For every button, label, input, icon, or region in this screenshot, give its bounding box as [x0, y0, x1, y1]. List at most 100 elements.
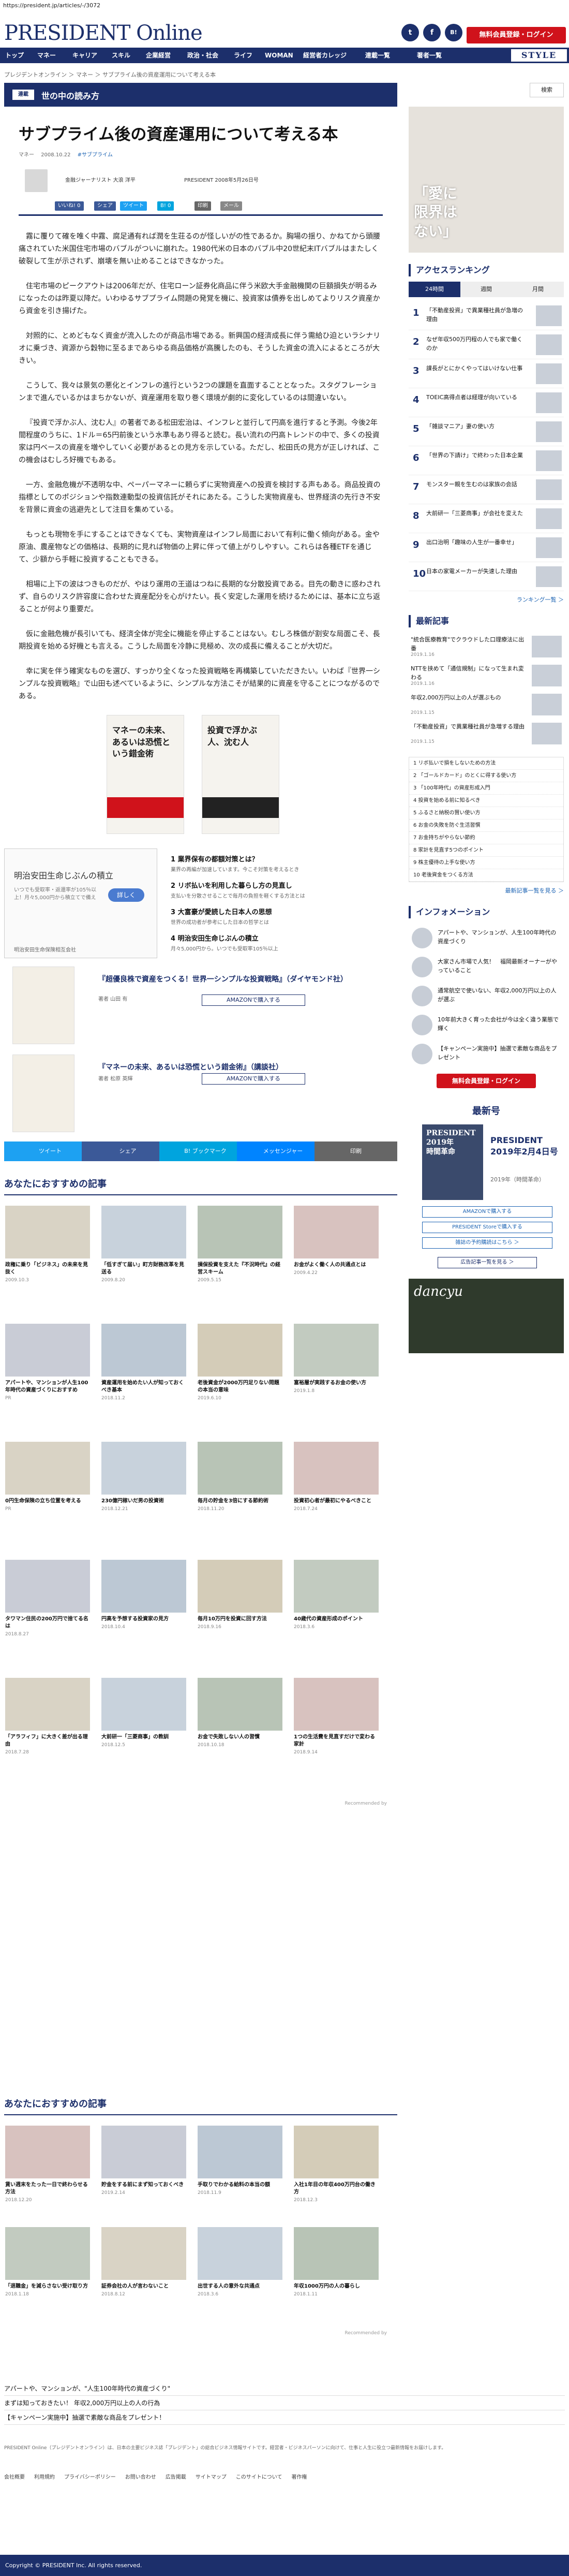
tweet-button[interactable]: ツイート: [120, 201, 147, 211]
recommended-card[interactable]: 出世する人の意外な共通点 2018.3.6: [198, 2227, 282, 2297]
recommended-card[interactable]: 「アラフィフ」に大きく差が出る理由 2018.7.28: [5, 1678, 90, 1755]
recommended-card[interactable]: お金がよく働く人の共通点とは 2009.4.22: [294, 1206, 379, 1276]
footer-nav-link[interactable]: このサイトについて: [236, 2475, 282, 2480]
print-button[interactable]: 印刷: [315, 1141, 397, 1162]
footer-nav-link[interactable]: 広告掲載: [166, 2475, 186, 2480]
recommended-card[interactable]: 損保投資を支えた『不況時代』の経営スキーム 2009.5.15: [198, 1206, 282, 1283]
recommended-card[interactable]: 政権に乗り「ビジネス」の未来を見抜く 2009.10.3: [5, 1206, 90, 1283]
amazon-button[interactable]: AMAZONで購入する: [202, 994, 305, 1006]
recommended-card[interactable]: アパートや、マンションが人生100年時代の資産づくりにおすすめ PR: [5, 1324, 90, 1401]
hatena-icon[interactable]: B!: [445, 24, 462, 41]
magazine-subscribe-button[interactable]: 雑誌の予約購読はこちら ＞: [422, 1237, 552, 1249]
recommended-card[interactable]: 「低すぎて届い」町方財務改革を見送る 2009.8.20: [101, 1206, 186, 1283]
info-item[interactable]: 通常航空で使いない、年収2,000万円以上の人が選ぶ: [409, 982, 564, 1011]
footer-nav-link[interactable]: 著作権: [292, 2475, 307, 2480]
magazine-amazon-button[interactable]: AMAZONで購入する: [422, 1206, 552, 1218]
dancyu-banner[interactable]: dancyu: [409, 1279, 564, 1353]
recommended-card[interactable]: 資産運用を始めたい人が知っておくべき基本 2018.11.2: [101, 1324, 186, 1401]
book-cover[interactable]: 投資で浮かぶ人、沈む人: [202, 715, 279, 835]
nav-politics[interactable]: 政治・社会: [184, 48, 221, 63]
recommended-card[interactable]: 毎月の貯金を3倍にする節約術 2018.11.20: [198, 1442, 282, 1512]
list-item[interactable]: 2 リボ払いを利用した暮らし方の見直し 支払いを分散させることで毎月の負担を軽く…: [171, 880, 383, 899]
sidebar-ad[interactable]: 「愛に 限界は ない」: [409, 107, 564, 253]
recommended-card[interactable]: 富裕層が実践するお金の使い方 2019.1.8: [294, 1324, 379, 1394]
ranking-item[interactable]: 5 「雑談マニア」妻の使い方: [409, 417, 564, 446]
nav-career[interactable]: キャリア: [69, 48, 100, 63]
ad-list-button[interactable]: 広告記事一覧を見る ＞: [438, 1257, 537, 1268]
recommended-card[interactable]: 手取りでわかる給料の本当の額 2018.11.9: [198, 2126, 282, 2196]
nav-money[interactable]: マネー: [34, 48, 59, 63]
nav-skill[interactable]: スキル: [109, 48, 133, 63]
list-item[interactable]: 4 投資を始める前に知るべき: [409, 795, 563, 807]
nav-woman[interactable]: WOMAN: [262, 48, 296, 63]
footer-nav-link[interactable]: 会社概要: [4, 2475, 25, 2480]
ranking-item[interactable]: 10 日本の家電メーカーが失速した理由: [409, 562, 564, 591]
recommended-card[interactable]: 0円生命保険の立ち位置を考える PR: [5, 1442, 90, 1512]
footer-nav-link[interactable]: 利用規約: [34, 2475, 55, 2480]
tab-month[interactable]: 月間: [512, 282, 564, 297]
ranking-item[interactable]: 4 TOEIC高得点者は経理が向いている: [409, 388, 564, 417]
footer-nav-link[interactable]: プライバシーポリシー: [64, 2475, 116, 2480]
recommended-card[interactable]: 賃い週末をたった一日で終わらせる方法 2018.12.20: [5, 2126, 90, 2203]
list-item[interactable]: 1 リボ払いで損をしないための方法: [409, 757, 563, 770]
nav-top[interactable]: トップ: [2, 48, 27, 63]
author-name[interactable]: 金融ジャーナリスト 大浪 洋平: [65, 175, 136, 183]
ranking-item[interactable]: 1 「不動産投資」で異業種社員が急増の理由: [409, 301, 564, 330]
recommended-card[interactable]: 投資初心者が最初にやるべきこと 2018.7.24: [294, 1442, 379, 1512]
footer-link[interactable]: アパートや、マンションが、"人生100年時代の資産づくり": [4, 2381, 565, 2396]
recommended-card[interactable]: 証券会社の人が言わないこと 2018.8.12: [101, 2227, 186, 2297]
footer-nav-link[interactable]: サイトマップ: [196, 2475, 227, 2480]
footer-link[interactable]: まずは知っておきたい！ 年収2,000万円以上の人の行為: [4, 2396, 565, 2410]
ranking-item[interactable]: 2 なぜ年収500万円程の人でも家で働くのか: [409, 330, 564, 359]
list-item[interactable]: 6 お金の失敗を防ぐ生活習慣: [409, 819, 563, 832]
book-cover[interactable]: [12, 1055, 74, 1133]
ranking-more-link[interactable]: ランキング一覧 ＞: [409, 595, 564, 604]
print-button[interactable]: 印刷: [194, 201, 211, 211]
recommended-card[interactable]: タワマン住民の200万円で捨てる名は 2018.8.27: [5, 1560, 90, 1637]
list-item[interactable]: 10 老後資金をつくる方法: [409, 869, 563, 882]
recommended-card[interactable]: 円高を予想する投資家の見方 2018.10.4: [101, 1560, 186, 1630]
ranking-item[interactable]: 8 大前研一「三菱商事」が会社を変えた: [409, 504, 564, 533]
magazine-store-button[interactable]: PRESIDENT Storeで購入する: [422, 1222, 552, 1233]
nav-college[interactable]: 経営者カレッジ: [300, 48, 350, 63]
rec-book-title[interactable]: 『超優良株で資産をつくる！世界一シンプルな投資戦略』（ダイヤモンド社）: [98, 974, 378, 984]
info-item[interactable]: アパートや、マンションが、人生100年時代の資産づくり: [409, 924, 564, 953]
footer-link[interactable]: 【キャンペーン実施中】抽選で素敵な商品をプレゼント！: [4, 2410, 565, 2425]
ranking-item[interactable]: 3 課長がとにかくやってはいけない仕事: [409, 359, 564, 388]
recommended-card[interactable]: 入社1年目の年収400万円台の働き方 2018.12.3: [294, 2126, 379, 2203]
info-item[interactable]: 【キャンペーン実施中】抽選で素敵な商品をプレゼント: [409, 1040, 564, 1069]
nav-series[interactable]: 連載一覧: [362, 48, 393, 63]
nav-management[interactable]: 企業経営: [143, 48, 174, 63]
ranking-item[interactable]: 9 出口治明「趣味の人生が一番幸せ」: [409, 533, 564, 562]
book-cover[interactable]: マネーの未来、あるいは恐慌という錯金術: [107, 715, 184, 835]
nav-authors[interactable]: 著者一覧: [414, 48, 445, 63]
nav-life[interactable]: ライフ: [231, 48, 256, 63]
book-cover[interactable]: [12, 967, 74, 1045]
mail-button[interactable]: メール: [220, 201, 242, 211]
site-logo[interactable]: PRESIDENT Online: [4, 21, 203, 45]
magazine-title[interactable]: PRESIDENT 2019年2月4日号: [490, 1135, 558, 1158]
list-item[interactable]: 5 ふるさと納税の賢い使い方: [409, 807, 563, 819]
list-item[interactable]: 3 「100年時代」の資産形成入門: [409, 782, 563, 795]
list-item[interactable]: 3 大富豪が愛読した日本人の思想 世界の成功者が参考にした日本の哲学とは: [171, 906, 383, 926]
search-button[interactable]: 検索: [530, 83, 564, 97]
list-item[interactable]: 8 家計を見直す5つのポイント: [409, 844, 563, 857]
meta-category[interactable]: マネー: [19, 152, 34, 158]
latest-item[interactable]: "統合医療教育"でクラウドした口理療法に出番 2019.1.16: [409, 633, 564, 662]
nav-style-link[interactable]: STYLE: [511, 49, 567, 62]
latest-item[interactable]: 年収2,000万円以上の人が選ぶもの 2019.1.15: [409, 691, 564, 720]
recommended-card[interactable]: 1つの生活費を見直すだけで変わる家計 2018.9.14: [294, 1678, 379, 1755]
facebook-icon[interactable]: f: [423, 24, 441, 41]
latest-item[interactable]: 「不動産投資」で異業種社員が急増する理由 2019.1.15: [409, 720, 564, 749]
list-item[interactable]: 9 株主優待の上手な使い方: [409, 857, 563, 869]
tab-24h[interactable]: 24時間: [409, 282, 460, 297]
recommended-card[interactable]: 貯金をする前にまず知っておくべき 2019.2.14: [101, 2126, 186, 2196]
login-button[interactable]: 無料会員登録・ログイン: [467, 27, 566, 43]
magazine-cover[interactable]: PRESIDENT 2019年 時間革命: [422, 1124, 483, 1200]
login-button[interactable]: 無料会員登録・ログイン: [437, 1074, 536, 1088]
ad-card[interactable]: 明治安田生命じぶんの積立 いつでも受取率・返還率が105％以上！月々5,000円…: [4, 848, 157, 959]
recommended-card[interactable]: 年収1000万円の人の暮らし 2018.1.11: [294, 2227, 379, 2297]
like-button[interactable]: いいね! 0: [55, 201, 84, 211]
breadcrumb[interactable]: プレジデントオンライン ＞ マネー ＞ サブプライム後の資産運用について考える本: [4, 70, 216, 79]
ranking-item[interactable]: 6 「世界の下請け」で終わった日本企業: [409, 446, 564, 475]
